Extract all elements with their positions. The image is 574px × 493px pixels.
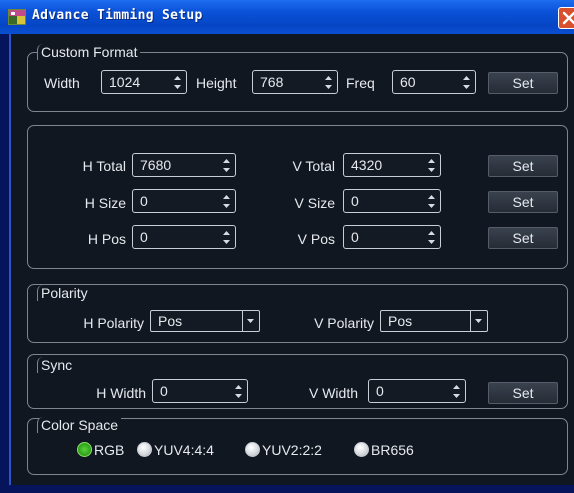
h-polarity-select[interactable]: Pos (150, 310, 260, 332)
set-size-button[interactable]: Set (488, 191, 558, 213)
v-total-label: V Total (292, 158, 335, 174)
radio-yuv444-label[interactable]: YUV4:4:4 (154, 442, 214, 458)
freq-spinbox[interactable]: 60 (392, 70, 476, 94)
height-spinbox[interactable]: 768 (252, 70, 338, 94)
radio-yuv444[interactable] (137, 442, 152, 457)
chevron-down-icon (475, 319, 482, 323)
h-total-label: H Total (82, 158, 126, 174)
h-polarity-dropdown-button[interactable] (242, 311, 259, 331)
spin-arrows-icon[interactable] (173, 74, 182, 91)
v-size-label: V Size (294, 195, 335, 211)
v-size-value: 0 (351, 193, 359, 209)
v-polarity-dropdown-button[interactable] (470, 311, 487, 331)
freq-label: Freq (346, 75, 375, 91)
set-pos-button[interactable]: Set (488, 227, 558, 249)
spin-arrows-icon[interactable] (222, 157, 231, 174)
v-total-value: 4320 (351, 157, 383, 173)
h-size-value: 0 (140, 193, 148, 209)
polarity-group: Polarity H Polarity Pos V Polarity Pos (27, 284, 568, 343)
h-width-label: H Width (96, 385, 146, 401)
advance-timing-dialog: Advance Timming Setup Custom Format Widt… (0, 0, 574, 493)
v-pos-value: 0 (351, 229, 359, 245)
h-polarity-label: H Polarity (83, 315, 144, 331)
freq-value: 60 (400, 74, 416, 90)
height-value: 768 (260, 74, 284, 90)
v-pos-label: V Pos (297, 231, 335, 247)
sync-set-button[interactable]: Set (488, 382, 558, 404)
v-width-label: V Width (308, 385, 358, 401)
v-polarity-value: Pos (388, 313, 413, 329)
width-spinbox[interactable]: 1024 (101, 70, 187, 94)
radio-rgb-label[interactable]: RGB (94, 442, 124, 458)
set-total-button[interactable]: Set (488, 155, 558, 177)
v-width-spinbox[interactable]: 0 (368, 379, 466, 403)
chevron-down-icon (247, 319, 254, 323)
custom-format-legend: Custom Format (37, 44, 141, 60)
dialog-body: Custom Format Width 1024 Height 768 Freq… (9, 34, 574, 485)
h-pos-spinbox[interactable]: 0 (132, 225, 236, 249)
h-total-value: 7680 (140, 157, 172, 173)
spin-arrows-icon[interactable] (324, 74, 333, 91)
h-width-spinbox[interactable]: 0 (152, 379, 248, 403)
polarity-legend: Polarity (37, 285, 91, 301)
h-size-label: H Size (84, 195, 126, 211)
app-icon (8, 9, 26, 25)
v-polarity-label: V Polarity (314, 315, 374, 331)
window-title: Advance Timming Setup (32, 8, 203, 23)
color-space-group: Color Space RGB YUV4:4:4 YUV2:2:2 BR656 (27, 417, 568, 475)
custom-format-group: Custom Format Width 1024 Height 768 Freq… (27, 44, 568, 112)
width-value: 1024 (109, 74, 141, 90)
timing-group: H Total 7680 V Total 4320 Set H Size 0 V… (27, 125, 568, 269)
spin-arrows-icon[interactable] (452, 383, 461, 400)
v-width-value: 0 (376, 383, 384, 399)
h-total-spinbox[interactable]: 7680 (132, 153, 236, 177)
spin-arrows-icon[interactable] (222, 193, 231, 210)
spin-arrows-icon[interactable] (234, 383, 243, 400)
color-space-legend: Color Space (37, 417, 122, 433)
spin-arrows-icon[interactable] (462, 74, 471, 91)
v-polarity-select[interactable]: Pos (380, 310, 488, 332)
sync-group: Sync H Width 0 V Width 0 Set (27, 354, 568, 409)
radio-rgb[interactable] (77, 442, 92, 457)
sync-legend: Sync (37, 357, 76, 373)
h-pos-label: H Pos (87, 231, 126, 247)
radio-br656[interactable] (354, 442, 369, 457)
h-size-spinbox[interactable]: 0 (132, 189, 236, 213)
close-icon (562, 11, 574, 25)
h-pos-value: 0 (140, 229, 148, 245)
close-button[interactable] (558, 7, 574, 29)
spin-arrows-icon[interactable] (427, 193, 436, 210)
v-pos-spinbox[interactable]: 0 (343, 225, 441, 249)
radio-yuv222[interactable] (245, 442, 260, 457)
height-label: Height (196, 75, 237, 91)
v-size-spinbox[interactable]: 0 (343, 189, 441, 213)
radio-br656-label[interactable]: BR656 (371, 442, 414, 458)
title-bar[interactable]: Advance Timming Setup (0, 0, 574, 34)
v-total-spinbox[interactable]: 4320 (343, 153, 441, 177)
spin-arrows-icon[interactable] (222, 229, 231, 246)
custom-format-set-button[interactable]: Set (488, 72, 558, 94)
spin-arrows-icon[interactable] (427, 157, 436, 174)
radio-yuv222-label[interactable]: YUV2:2:2 (262, 442, 322, 458)
width-label: Width (44, 75, 80, 91)
spin-arrows-icon[interactable] (427, 229, 436, 246)
h-polarity-value: Pos (158, 313, 183, 329)
h-width-value: 0 (160, 383, 168, 399)
